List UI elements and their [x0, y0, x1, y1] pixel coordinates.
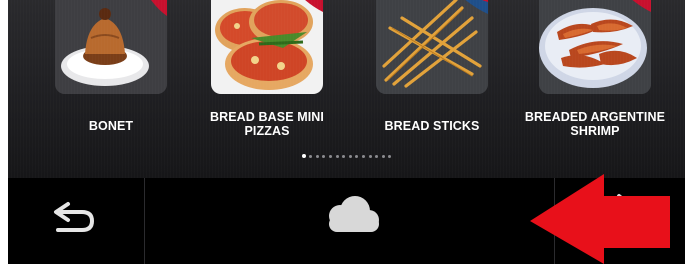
page-dot[interactable] [315, 154, 319, 158]
page-dot[interactable] [368, 154, 372, 158]
product-tile-bread-sticks[interactable]: BREAD STICKS [353, 0, 511, 150]
page-indicator [8, 154, 685, 162]
app-screen: BONET BREAD BASE MINI PIZZAS BREAD STICK… [8, 0, 685, 264]
page-dot[interactable] [342, 154, 346, 158]
page-dot[interactable] [355, 154, 359, 158]
page-dot[interactable] [381, 154, 385, 158]
product-name-text: BREAD BASE MINI PIZZAS [209, 110, 324, 138]
page-dot[interactable] [388, 154, 392, 158]
page-dot[interactable] [348, 154, 352, 158]
back-button[interactable] [8, 178, 144, 264]
cloud-button[interactable] [145, 178, 554, 264]
page-dot[interactable] [322, 154, 326, 158]
product-name: BREAD STICKS [384, 119, 480, 133]
product-name: BREAD BASE MINI PIZZAS [188, 110, 346, 138]
mini-pizzas-image [211, 0, 323, 94]
page-dot[interactable] [309, 154, 313, 158]
product-tile-breaded-shrimp[interactable]: BREADED ARGENTINE SHRIMP [516, 0, 674, 150]
page-dot[interactable] [329, 154, 333, 158]
page-dot[interactable] [375, 154, 379, 158]
red-arrow-icon [530, 174, 670, 264]
page-dot[interactable] [335, 154, 339, 158]
product-tile-mini-pizzas[interactable]: BREAD BASE MINI PIZZAS [188, 0, 346, 150]
product-name: BONET [88, 119, 134, 133]
back-icon [54, 202, 95, 232]
breaded-shrimp-image [539, 0, 651, 94]
bread-sticks-image [376, 0, 488, 94]
page-dot[interactable] [361, 154, 365, 158]
product-tile-bonet[interactable]: BONET [32, 0, 190, 150]
product-name: BREADED ARGENTINE SHRIMP [516, 110, 674, 138]
product-carousel[interactable]: BONET BREAD BASE MINI PIZZAS BREAD STICK… [8, 0, 685, 178]
cloud-icon [329, 196, 379, 232]
bonet-dessert-image [55, 0, 167, 94]
product-name-text: BREADED ARGENTINE SHRIMP [524, 110, 666, 138]
page-dot-active[interactable] [301, 154, 306, 158]
